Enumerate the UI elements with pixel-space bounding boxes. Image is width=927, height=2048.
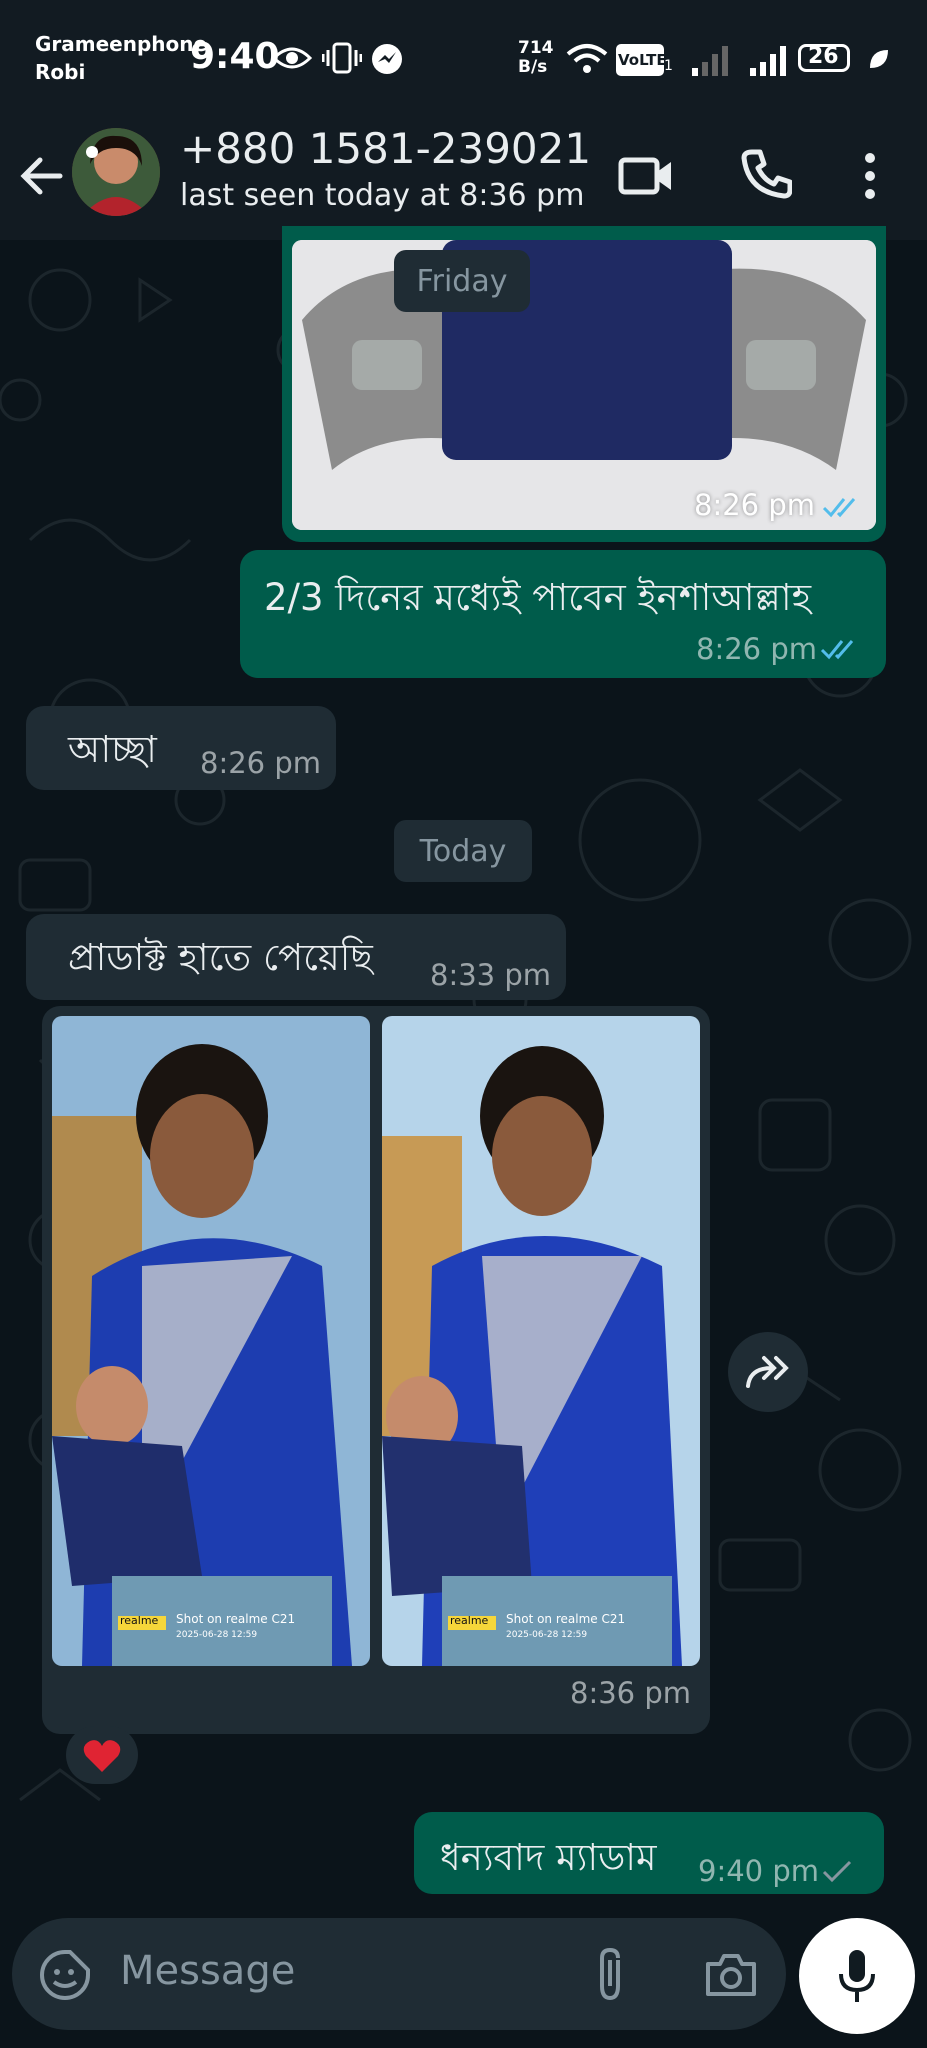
carrier-2: Robi [35,60,86,84]
contact-name[interactable]: +880 1581-239021 [180,124,591,173]
avatar[interactable] [72,128,160,216]
message-input[interactable]: Message [120,1948,295,1994]
photo-thumbnail[interactable]: realme Shot on realme C21 2025-06-28 12:… [52,1016,370,1666]
forward-button[interactable] [728,1332,808,1412]
net-speed-unit: B/s [518,57,548,77]
forward-icon [746,1356,789,1388]
camera-watermark: Shot on realme C21 [506,1612,626,1626]
signal-icon [750,46,786,76]
attach-icon[interactable] [592,1946,628,2002]
back-arrow-icon[interactable] [18,156,64,196]
volte-badge: VoLTE [616,44,667,76]
battery-level: 26 [808,44,839,69]
incoming-message[interactable]: প্রাডাক্ট হাতে পেয়েছি 8:33 pm [26,914,566,1000]
camera-icon[interactable] [704,1950,758,1998]
camera-watermark: Shot on realme C21 [176,1612,296,1626]
last-seen-status: last seen today at 8:36 pm [180,178,585,213]
outgoing-message[interactable]: 2/3 দিনের মধ্যেই পাবেন ইনশাআল্লাহ 8:26 p… [240,550,886,678]
message-text: প্রাডাক্ট হাতে পেয়েছি [68,936,373,979]
sim-index: 1 [664,58,673,74]
clock: 9:40 [190,36,280,77]
outgoing-image-message[interactable]: 8:26 pm [282,226,886,542]
signal-icon [692,46,728,76]
message-text: 2/3 দিনের মধ্যেই পাবেন ইনশাআল্লাহ [264,576,812,619]
outgoing-message[interactable]: ধন্যবাদ ম্যাডাম 9:40 pm [414,1812,884,1894]
phone-call-icon[interactable] [740,148,792,200]
heart-icon [83,1740,121,1772]
incoming-photo-album[interactable]: realme Shot on realme C21 2025-06-28 12:… [42,1006,710,1734]
photo-date: 2025-06-28 12:59 [506,1630,588,1640]
reaction-badge[interactable] [66,1726,138,1784]
read-receipt-icon [822,498,856,518]
message-time: 8:26 pm [694,488,815,522]
status-bar: Grameenphone Robi 9:40 714 B/s VoLTE 1 2… [0,0,927,112]
net-speed-value: 714 [518,38,554,58]
vibrate-icon [322,42,362,74]
message-text: আচ্ছা [68,728,157,771]
message-time: 9:40 pm [698,1854,819,1888]
sticker-icon[interactable] [38,1948,92,2002]
mic-icon [839,1950,875,2002]
more-options-icon[interactable] [862,150,878,202]
chat-header: +880 1581-239021 last seen today at 8:36… [0,112,927,240]
product-image[interactable] [292,240,876,530]
wifi-icon [566,44,608,73]
date-chip-today: Today [394,820,532,882]
brand-watermark: realme [120,1614,159,1627]
video-call-icon[interactable] [618,154,674,198]
photo-thumbnail[interactable]: realme Shot on realme C21 2025-06-28 12:… [382,1016,700,1666]
read-receipt-icon [820,640,854,660]
messenger-icon [372,44,402,74]
incoming-message[interactable]: আচ্ছা 8:26 pm [26,706,336,790]
voice-record-button[interactable] [799,1918,915,2034]
message-time: 8:26 pm [696,632,817,666]
photo-date: 2025-06-28 12:59 [176,1630,258,1640]
carrier-1: Grameenphone [35,32,208,56]
brand-watermark: realme [450,1614,489,1627]
message-text: ধন্যবাদ ম্যাডাম [440,1836,657,1879]
message-time: 8:33 pm [430,958,551,992]
sent-tick-icon [822,1860,852,1883]
date-chip-friday: Friday [394,250,530,312]
message-time: 8:36 pm [570,1676,691,1710]
message-time: 8:26 pm [200,746,321,780]
leaf-icon [870,50,888,68]
message-composer: Message [12,1918,786,2030]
eye-icon [272,47,312,69]
